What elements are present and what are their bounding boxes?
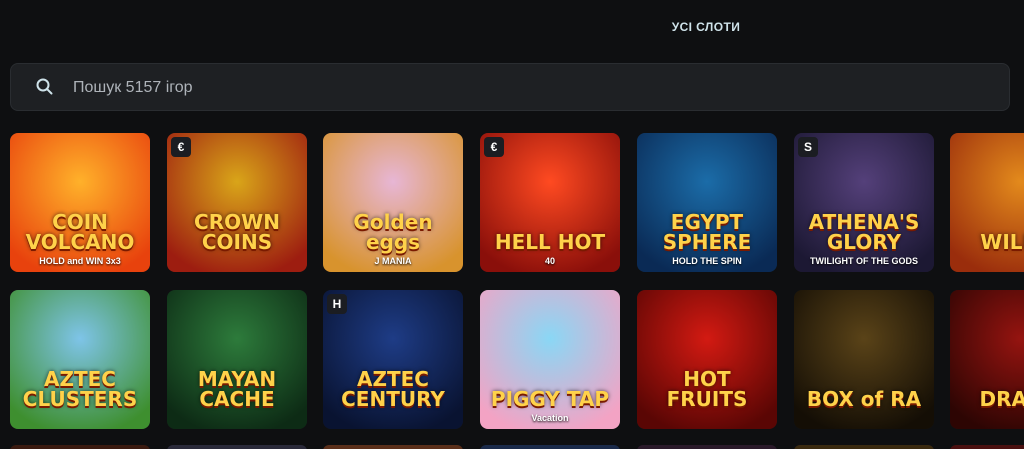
game-title: MAYAN CACHE [197, 367, 277, 411]
game-tile[interactable]: € CROWN COINS [167, 133, 307, 272]
provider-badge-icon: H [327, 294, 347, 314]
game-tile-partial[interactable] [167, 445, 307, 449]
game-subtitle: 40 [544, 256, 555, 266]
game-title: WILD T [980, 230, 1024, 254]
game-tile-partial[interactable] [950, 445, 1024, 449]
game-title: AZTEC CLUSTERS [22, 367, 138, 411]
game-tile-partial[interactable] [637, 445, 777, 449]
game-title: COIN VOLCANO [25, 210, 135, 254]
game-tile[interactable]: € HELL HOT 40 [480, 133, 620, 272]
provider-badge-icon: € [171, 137, 191, 157]
game-title: HOT FRUITS [666, 367, 748, 411]
games-grid: COIN VOLCANO HOLD and WIN 3x3 € CROWN COINS… [10, 133, 1024, 449]
game-title: Golden eggs [353, 210, 433, 254]
game-tile[interactable]: AZTEC CLUSTERS [10, 290, 150, 429]
game-tile[interactable]: WILD T [950, 133, 1024, 272]
game-subtitle: HOLD and WIN 3x3 [39, 256, 121, 266]
game-tile[interactable]: BOX of RA [794, 290, 934, 429]
provider-badge-icon: S [798, 137, 818, 157]
game-tile[interactable]: Golden eggs J MANIA [323, 133, 463, 272]
game-subtitle: Vacation [531, 413, 569, 423]
game-tile-partial[interactable] [480, 445, 620, 449]
section-title: УСІ СЛОТИ [0, 20, 1024, 40]
game-title: DRAGO [979, 387, 1024, 411]
game-tile[interactable]: PIGGY TAP Vacation [480, 290, 620, 429]
game-title: BOX of RA [806, 387, 922, 411]
search-icon [35, 77, 55, 97]
game-title: ATHENA'S GLORY [808, 210, 920, 254]
game-title: EGYPT SPHERE [662, 210, 752, 254]
game-tile[interactable]: EGYPT SPHERE HOLD THE SPIN [637, 133, 777, 272]
provider-badge-icon: € [484, 137, 504, 157]
section-title-label: УСІ СЛОТИ [671, 20, 741, 34]
game-title: CROWN COINS [194, 210, 280, 254]
game-tile[interactable]: S ATHENA'S GLORY TWILIGHT OF THE GODS [794, 133, 934, 272]
game-subtitle: TWILIGHT OF THE GODS [810, 256, 918, 266]
game-tile-partial[interactable] [10, 445, 150, 449]
game-subtitle: J MANIA [374, 256, 412, 266]
game-tile[interactable]: HOT FRUITS [637, 290, 777, 429]
search-input[interactable] [71, 64, 975, 112]
search-bar[interactable] [10, 63, 1010, 112]
game-tile[interactable]: COIN VOLCANO HOLD and WIN 3x3 [10, 133, 150, 272]
game-title: HELL HOT [494, 230, 606, 254]
game-tile-partial[interactable] [323, 445, 463, 449]
game-tile[interactable]: H AZTEC CENTURY [323, 290, 463, 429]
game-title: PIGGY TAP [490, 387, 610, 411]
game-tile[interactable]: MAYAN CACHE [167, 290, 307, 429]
game-title: AZTEC CENTURY [341, 367, 445, 411]
game-tile-partial[interactable] [794, 445, 934, 449]
game-tile[interactable]: DRAGO [950, 290, 1024, 429]
game-subtitle: HOLD THE SPIN [672, 256, 742, 266]
